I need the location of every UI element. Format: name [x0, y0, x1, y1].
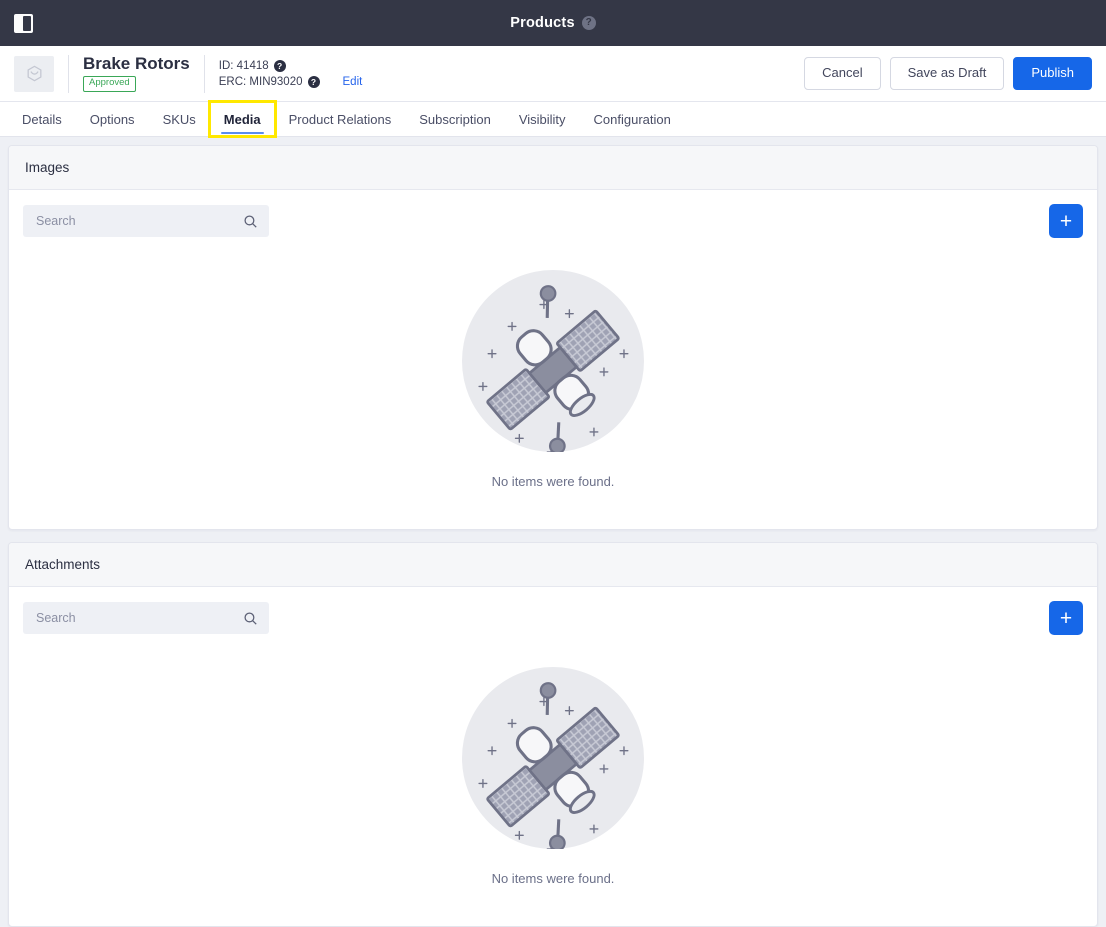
tab-options[interactable]: Options: [76, 102, 149, 136]
tab-details[interactable]: Details: [8, 102, 76, 136]
product-erc-row: ERC: MIN93020 ? Edit: [218, 75, 363, 88]
section-card-attachments: Attachments +: [8, 542, 1098, 927]
product-meta: ID: 41418 ? ERC: MIN93020 ? Edit: [218, 59, 363, 88]
section-toolbar: +: [9, 587, 1097, 649]
product-thumbnail: [14, 55, 54, 92]
empty-state-text: No items were found.: [491, 871, 615, 886]
tab-label: Configuration: [593, 111, 671, 127]
section-title: Attachments: [25, 557, 101, 572]
erc-help-icon[interactable]: ?: [307, 75, 320, 88]
empty-state-text: No items were found.: [491, 474, 615, 489]
header-actions: Cancel Save as Draft Publish: [804, 57, 1092, 90]
header-divider: [68, 54, 69, 93]
empty-state: No items were found.: [9, 252, 1097, 529]
search-input[interactable]: [34, 213, 237, 229]
tab-product-relations[interactable]: Product Relations: [275, 102, 406, 136]
tab-skus[interactable]: SKUs: [149, 102, 210, 136]
status-badge: Approved: [83, 76, 136, 92]
search-input[interactable]: [34, 610, 237, 626]
tab-label: Visibility: [518, 111, 566, 127]
empty-state: No items were found.: [9, 649, 1097, 926]
save-as-draft-button[interactable]: Save as Draft: [889, 57, 1005, 90]
search-icon[interactable]: [243, 214, 258, 229]
app-title-group: Products ?: [0, 15, 1106, 31]
search-box[interactable]: [23, 602, 269, 634]
product-header: Brake Rotors Approved ID: 41418 ? ERC: M…: [0, 46, 1106, 102]
section-title: Images: [25, 160, 70, 175]
tab-label: SKUs: [162, 111, 196, 127]
product-id-row: ID: 41418 ?: [218, 59, 363, 72]
product-erc: ERC: MIN93020: [218, 75, 303, 88]
add-button[interactable]: +: [1049, 204, 1083, 238]
tab-bar: Details Options SKUs Media Product Relations…: [0, 100, 1106, 138]
tab-configuration[interactable]: Configuration: [580, 102, 685, 136]
tab-label: Options: [89, 111, 135, 127]
tab-label: Subscription: [419, 111, 491, 127]
package-icon: [27, 65, 41, 82]
tab-label: Details: [22, 111, 62, 127]
product-name: Brake Rotors: [83, 54, 190, 74]
tab-label: Media: [223, 111, 261, 127]
tab-label: Product Relations: [288, 111, 392, 127]
top-navbar: Products ?: [0, 0, 1106, 46]
search-icon[interactable]: [243, 611, 258, 626]
product-title-group: Brake Rotors Approved: [83, 54, 190, 92]
empty-state-illustration-0: [462, 270, 644, 452]
section-toolbar: +: [9, 190, 1097, 252]
section-header: Attachments: [9, 543, 1097, 587]
add-button[interactable]: +: [1049, 601, 1083, 635]
header-divider-2: [203, 54, 205, 93]
empty-state-illustration-1: [462, 667, 644, 849]
edit-link[interactable]: Edit: [343, 76, 363, 88]
tab-media[interactable]: Media: [207, 100, 277, 138]
section-header: Images: [9, 146, 1097, 190]
tab-visibility[interactable]: Visibility: [505, 102, 580, 136]
publish-button[interactable]: Publish: [1013, 57, 1092, 90]
tab-subscription[interactable]: Subscription: [405, 102, 505, 136]
id-help-icon[interactable]: ?: [273, 59, 286, 72]
search-box[interactable]: [23, 205, 269, 237]
page-title: Products: [510, 15, 575, 31]
product-id: ID: 41418: [218, 59, 269, 72]
help-icon[interactable]: ?: [581, 16, 596, 30]
section-card-images: Images +: [8, 145, 1098, 530]
cancel-button[interactable]: Cancel: [804, 57, 881, 90]
content-area: Images +: [0, 137, 1106, 927]
